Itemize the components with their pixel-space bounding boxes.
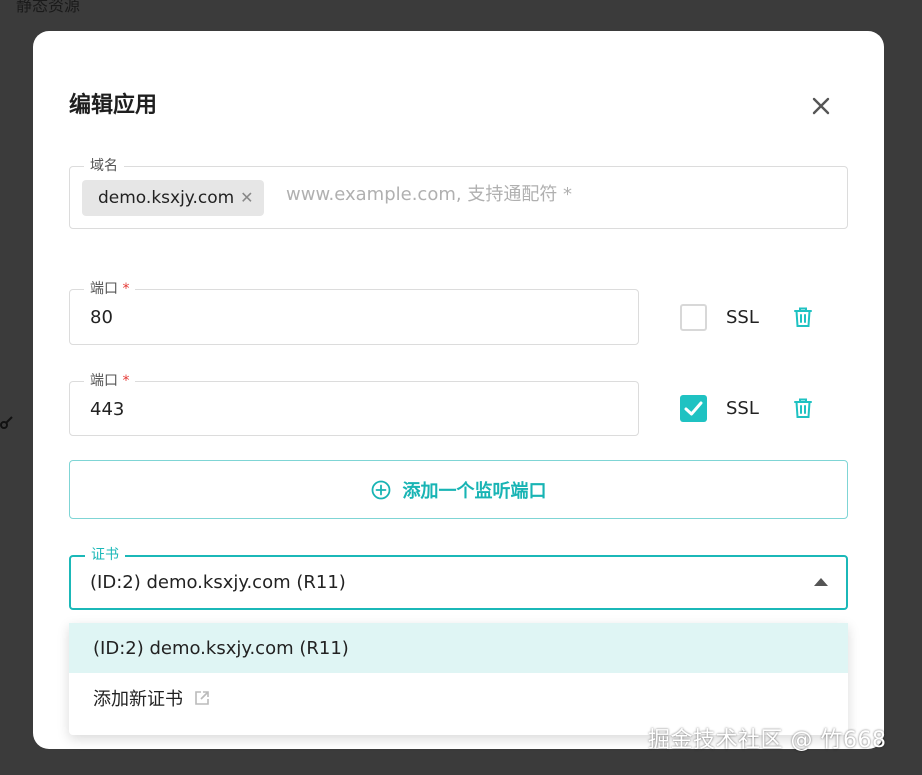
watermark: 掘金技术社区 @ 竹668 bbox=[648, 728, 887, 753]
certificate-option-1[interactable]: (ID:2) demo.ksxjy.com (R11) bbox=[69, 623, 848, 673]
add-certificate-option[interactable]: 添加新证书 bbox=[69, 673, 848, 723]
chip-remove-icon[interactable]: ✕ bbox=[240, 190, 253, 206]
domain-input[interactable] bbox=[286, 184, 806, 205]
port-value-1: 80 bbox=[90, 307, 113, 328]
backdrop-page-text: 静态资源 bbox=[16, 0, 81, 15]
check-icon bbox=[684, 401, 703, 416]
domain-label: 域名 bbox=[84, 157, 124, 175]
external-link-icon bbox=[195, 691, 209, 705]
ssl-toggle-2[interactable]: SSL bbox=[680, 395, 759, 422]
edit-app-dialog: 编辑应用 域名 demo.ksxjy.com ✕ 端口 * 80 SSL 端口 … bbox=[33, 31, 884, 749]
port-field-1[interactable]: 端口 * 80 bbox=[69, 280, 639, 345]
certificate-label: 证书 bbox=[85, 546, 125, 564]
delete-port-button-1[interactable] bbox=[790, 304, 816, 330]
port-field-2[interactable]: 端口 * 443 bbox=[69, 372, 639, 436]
dialog-title: 编辑应用 bbox=[69, 93, 158, 118]
certificate-value: (ID:2) demo.ksxjy.com (R11) bbox=[90, 572, 346, 593]
trash-icon bbox=[794, 398, 812, 418]
ssl-checkbox-2[interactable] bbox=[680, 395, 707, 422]
add-port-button[interactable]: 添加一个监听端口 bbox=[69, 460, 848, 519]
plus-circle-icon bbox=[371, 480, 390, 499]
ssl-checkbox-1[interactable] bbox=[680, 304, 707, 331]
close-icon bbox=[812, 97, 830, 115]
key-icon bbox=[0, 416, 13, 429]
ssl-toggle-1[interactable]: SSL bbox=[680, 304, 759, 331]
domain-chip[interactable]: demo.ksxjy.com ✕ bbox=[82, 180, 264, 216]
add-certificate-label: 添加新证书 bbox=[93, 689, 183, 710]
delete-port-button-2[interactable] bbox=[790, 395, 816, 421]
add-port-label: 添加一个监听端口 bbox=[402, 480, 547, 502]
port-label-2: 端口 * bbox=[84, 372, 136, 390]
ssl-label-1: SSL bbox=[726, 307, 759, 328]
domain-field[interactable]: 域名 demo.ksxjy.com ✕ bbox=[69, 157, 848, 229]
domain-chip-label: demo.ksxjy.com bbox=[98, 188, 235, 208]
certificate-option-label: (ID:2) demo.ksxjy.com (R11) bbox=[93, 637, 349, 659]
port-value-2: 443 bbox=[90, 399, 125, 420]
port-label-1: 端口 * bbox=[84, 280, 136, 298]
ssl-label-2: SSL bbox=[726, 398, 759, 419]
certificate-select[interactable]: 证书 (ID:2) demo.ksxjy.com (R11) bbox=[69, 546, 848, 610]
caret-up-icon[interactable] bbox=[814, 578, 828, 586]
trash-icon bbox=[794, 307, 812, 327]
close-button[interactable] bbox=[806, 91, 836, 121]
certificate-dropdown: (ID:2) demo.ksxjy.com (R11) 添加新证书 bbox=[69, 623, 848, 735]
